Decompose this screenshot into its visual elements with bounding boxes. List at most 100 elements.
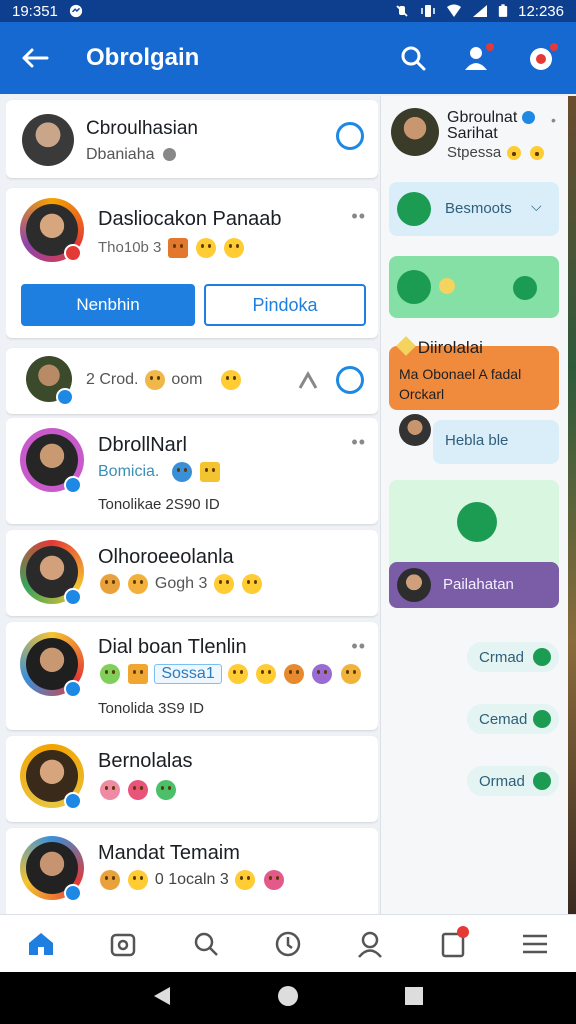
chat-card[interactable]: DbrollNarl Bomicia. Tonolikae 2S90 ID •• [6,418,378,524]
search-button[interactable] [398,43,428,73]
verified-badge-icon [521,111,535,125]
nav-camera[interactable] [103,924,143,964]
side-profile-name: Gbroulnat Sarihat [447,110,535,142]
message-text: Ma Obonael A fadal Orckarl [399,366,522,402]
chat-card[interactable]: Cbroulhasian Dbaniaha [6,100,378,178]
system-home-button[interactable] [277,985,299,1012]
square-recents-icon [404,986,423,1005]
pill-label: Crmad [479,648,525,666]
link-icon [397,192,431,226]
chat-subtitle: Gogh 3 [98,574,264,594]
system-back-button[interactable] [152,985,172,1012]
chat-name: Olhoroeeolanla [98,546,234,568]
activity-icon [275,931,301,956]
message-bubble[interactable] [389,256,559,318]
info-icon [162,148,176,162]
emoji-icon [171,462,192,482]
more-options-icon[interactable]: •• [351,636,366,657]
chat-card[interactable]: Mandat Temaim 0 1ocaln 3 [6,828,378,914]
emoji-icon [284,664,305,685]
chat-name: Mandat Temaim [98,842,240,864]
bottom-nav [0,914,576,972]
notification-dot [484,41,496,53]
system-recents-button[interactable] [404,986,424,1011]
chat-list: Cbroulhasian Dbaniaha Dasliocakon Panaab… [6,96,378,914]
pill-chip[interactable]: Crmad [467,642,559,672]
chat-subtitle: Tonolikae 2S90 ID [98,496,220,513]
emoji-icon [128,664,149,685]
chat-card[interactable]: Dasliocakon Panaab Tho10b 3 •• Nenbhin P… [6,188,378,338]
emoji-icon [128,870,149,890]
emoji-icon [235,870,256,890]
message-title-text: Diirolalai [417,338,483,357]
emoji-icon [167,238,188,258]
chat-bubbles-button[interactable] [526,41,560,73]
chat-subtitle-text: 0 1ocaln 3 [154,871,229,889]
pill-chip[interactable]: Ormad [467,766,559,796]
notification-dot [456,925,469,938]
purple-chip[interactable]: Pailahatan [389,562,559,608]
more-options-icon[interactable]: • [551,112,556,128]
chat-subtitle-text-2: oom [171,371,203,389]
back-button[interactable] [20,43,50,73]
emoji-icon [128,780,149,800]
app-bar: Obrolgain [0,22,576,94]
status-bar: 19:351 12:236 [0,0,576,22]
secondary-action-button[interactable]: Pindoka [204,284,366,326]
nav-notifications[interactable] [433,924,473,964]
pill-chip[interactable]: Cemad [467,704,559,734]
emoji-icon [156,780,177,800]
emoji-icon [100,574,120,594]
nav-profile[interactable] [350,924,390,964]
pill-label: Ormad [479,772,525,790]
chat-card[interactable]: Dial boan Tlenlin Sossa1 Tonolida 3S9 ID… [6,622,378,730]
chat-tag-row: Bomicia. [98,462,222,482]
call-bubble[interactable] [389,480,559,572]
emoji-icon [220,370,241,390]
check-circle-icon[interactable] [336,122,364,150]
emoji-icon [263,870,284,890]
nav-search[interactable] [186,924,226,964]
pin-icon[interactable] [298,370,318,390]
side-avatar [391,108,439,156]
reply-text: Hebla ble [445,432,509,449]
add-contact-button[interactable] [462,41,496,73]
phone-icon[interactable] [457,502,497,542]
chip-label: Pailahatan [443,576,514,593]
verified-badge-icon [56,388,74,406]
home-icon [29,932,54,955]
chat-card[interactable]: 2 Crod. oom [6,348,378,414]
primary-action-button[interactable]: Nenbhin [21,284,195,326]
chevron-down-icon[interactable]: ⌵ [531,198,542,215]
chat-subtitle: 2 Crod. oom [86,370,243,390]
message-text: Besmoots [445,200,512,217]
system-nav-bar [0,972,576,1024]
sticker-icon [397,270,431,304]
battery-icon [498,4,508,17]
wifi-icon [447,4,462,17]
more-options-icon[interactable]: •• [351,432,366,453]
nav-home[interactable] [21,924,61,964]
nav-menu[interactable] [515,924,555,964]
badge-icon [64,244,82,262]
message-title: Diirolalai [396,336,483,358]
chat-tag: Bomicia. [98,462,160,480]
nav-activity[interactable] [268,924,308,964]
chat-subtitle: Tho10b 3 [98,238,246,258]
emoji-icon [312,664,333,685]
message-bubble[interactable]: Besmoots ⌵ [389,182,559,236]
chat-name: Cbroulhasian [86,118,198,139]
add-icon [533,772,551,790]
chat-card[interactable]: Bernolalas [6,736,378,822]
emoji-icon [256,664,277,685]
message-card[interactable]: Diirolalai Ma Obonael A fadal Orckarl [389,336,559,410]
triangle-back-icon [154,986,171,1005]
chat-card[interactable]: Olhoroeeolanla Gogh 3 [6,530,378,616]
side-profile-name-2: Sarihat [447,125,498,142]
more-options-icon[interactable]: •• [351,206,366,227]
reply-bubble[interactable]: Hebla ble [433,420,559,464]
chat-subtitle-text: 2 Crod. [86,371,139,389]
emoji-icon [227,664,248,685]
check-circle-icon[interactable] [336,366,364,394]
emoji-icon [199,462,220,482]
